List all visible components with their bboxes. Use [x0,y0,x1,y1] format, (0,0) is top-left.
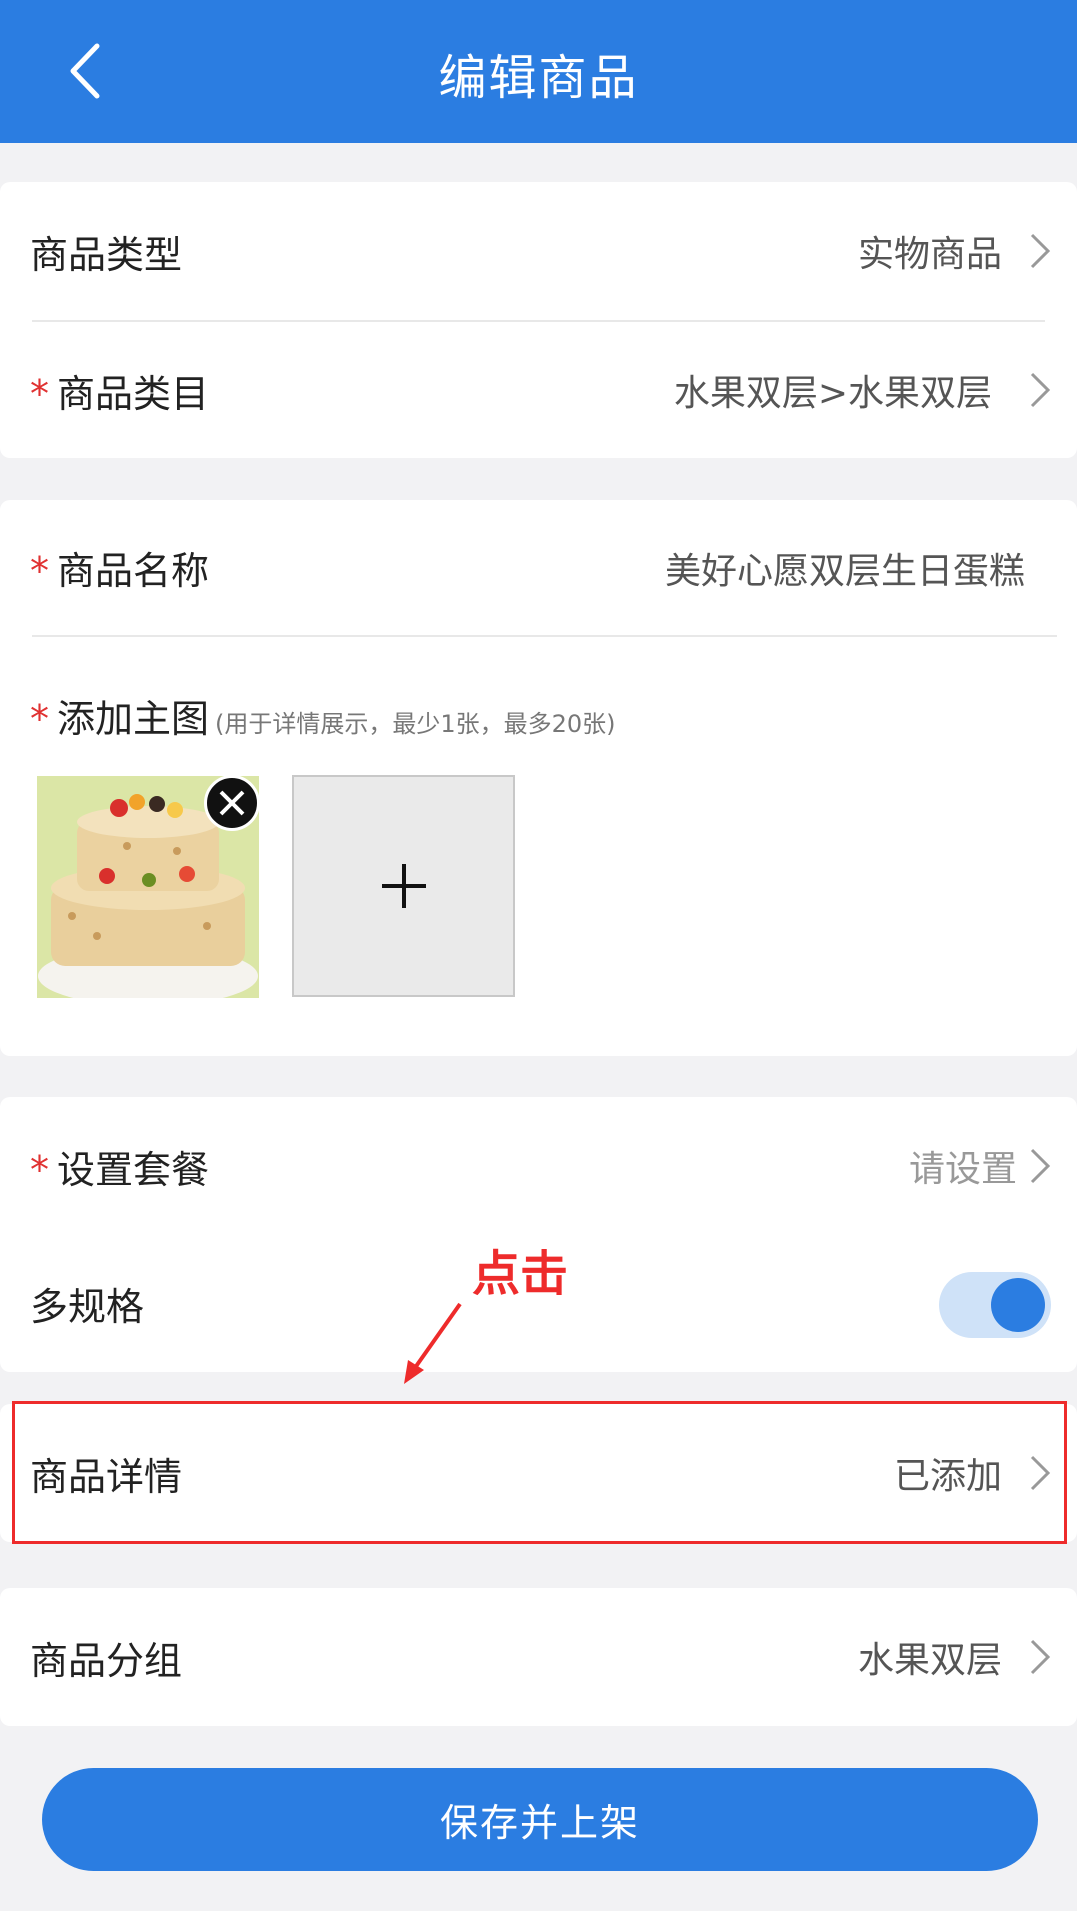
multi-spec-toggle[interactable] [939,1272,1051,1338]
add-image-button[interactable] [292,775,515,997]
page-title: 编辑商品 [438,50,639,106]
group-row[interactable]: 商品分组 水果双层 [0,1588,1077,1726]
category-value: 水果双层>水果双层 [673,373,992,414]
annotation-arrow-icon [404,1302,462,1384]
category-row[interactable]: * 商品类目 水果双层>水果双层 [0,322,1077,458]
chevron-right-icon [1030,1639,1051,1675]
required-mark: * [30,371,49,416]
package-label: 设置套餐 [57,1147,210,1192]
close-icon [219,790,245,816]
product-name-label: 商品名称 [57,549,210,593]
multi-spec-label: 多规格 [30,1285,145,1329]
highlight-box [12,1401,1067,1544]
package-row[interactable]: * 设置套餐 请设置 [0,1097,1077,1235]
main-image-header: * 添加主图 (用于详情展示，最少1张，最多20张) [0,680,1077,750]
product-type-value: 实物商品 [857,234,1002,275]
required-mark: * [30,549,49,593]
remove-image-button[interactable] [204,775,260,831]
group-label: 商品分组 [30,1638,183,1683]
type-category-card: 商品类型 实物商品 * 商品类目 水果双层>水果双层 [0,182,1077,458]
main-image-label: 添加主图 [57,696,210,741]
chevron-right-icon [1030,1148,1051,1184]
product-type-label: 商品类型 [30,232,183,277]
plus-icon [381,864,426,908]
annotation-label: 点击 [472,1246,569,1302]
product-type-row[interactable]: 商品类型 实物商品 [0,182,1077,320]
required-mark: * [30,1147,49,1192]
product-name-input[interactable]: 美好心愿双层生日蛋糕 [665,542,1025,594]
category-label: 商品类目 [57,371,210,416]
save-and-publish-button[interactable]: 保存并上架 [42,1768,1038,1871]
product-name-row[interactable]: * 商品名称 美好心愿双层生日蛋糕 [0,500,1077,635]
main-image-hint: (用于详情展示，最少1张，最多20张) [215,709,616,738]
chevron-right-icon [1030,372,1051,408]
divider [32,635,1057,637]
chevron-right-icon [1030,233,1051,269]
package-value: 请设置 [908,1149,1017,1190]
toggle-knob [991,1278,1045,1332]
required-mark: * [30,696,49,741]
group-value: 水果双层 [857,1640,1002,1681]
group-card: 商品分组 水果双层 [0,1588,1077,1726]
header-bar: 编辑商品 [0,0,1077,143]
